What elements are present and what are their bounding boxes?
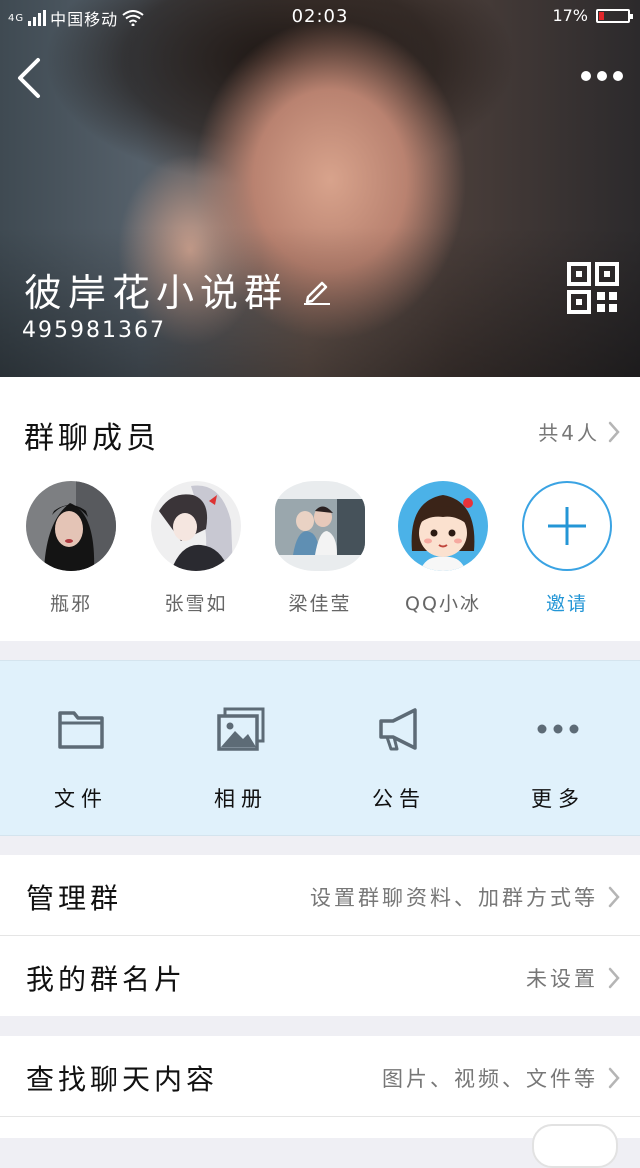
- member-item[interactable]: 瓶邪: [26, 481, 116, 616]
- back-arrow-icon: [18, 58, 40, 98]
- invite-circle: [522, 481, 612, 571]
- chevron-right-icon: [608, 886, 620, 908]
- qr-code-button[interactable]: [567, 262, 619, 314]
- status-right: 17%: [552, 6, 633, 25]
- member-avatar: [151, 481, 241, 571]
- more-tools-label: 更多: [531, 787, 585, 811]
- edit-pencil-icon[interactable]: [302, 275, 332, 305]
- back-button[interactable]: [14, 56, 44, 100]
- members-count: 共4人: [538, 421, 600, 445]
- manage-group-row[interactable]: 管理群 设置群聊资料、加群方式等: [0, 855, 640, 935]
- member-name: QQ小冰: [405, 593, 481, 615]
- notice-label: 公告: [372, 787, 426, 811]
- battery-percent: 17%: [552, 6, 588, 25]
- more-options-button[interactable]: [580, 66, 624, 86]
- group-members-card: 群聊成员 共4人 瓶邪 张雪如 梁佳莹 QQ小冰 邀请: [0, 377, 640, 641]
- search-chat-row[interactable]: 查找聊天内容 图片、视频、文件等: [0, 1036, 640, 1116]
- member-name: 张雪如: [164, 593, 228, 615]
- search-chat-value-wrap: 图片、视频、文件等: [382, 1063, 620, 1093]
- avatar-anime-icon: [151, 481, 241, 571]
- megaphone-icon: [379, 708, 417, 751]
- battery-fill: [599, 11, 604, 20]
- member-item[interactable]: QQ小冰: [398, 481, 488, 616]
- more-tools-button[interactable]: 更多: [498, 705, 618, 813]
- member-item[interactable]: 张雪如: [151, 481, 241, 616]
- invite-member-button[interactable]: 邀请: [522, 481, 612, 616]
- group-tools-bar: 文件 相册 公告 更多: [0, 660, 640, 836]
- avatar-qq-xiaobing-icon: [398, 481, 488, 571]
- member-item[interactable]: 梁佳莹: [275, 481, 365, 616]
- more-dots-icon: [581, 71, 623, 81]
- plus-icon: [548, 507, 586, 545]
- qr-code-icon: [567, 262, 619, 314]
- notice-button[interactable]: 公告: [339, 705, 459, 813]
- members-title: 群聊成员: [24, 421, 160, 456]
- group-number: 495981367: [22, 318, 166, 343]
- album-label: 相册: [214, 787, 268, 811]
- manage-group-value-wrap: 设置群聊资料、加群方式等: [310, 882, 620, 912]
- album-button[interactable]: 相册: [181, 705, 301, 813]
- my-group-card-value: 未设置: [526, 967, 598, 991]
- member-avatar: [26, 481, 116, 571]
- chevron-right-icon: [608, 421, 620, 442]
- group-name: 彼岸花小说群: [24, 271, 289, 315]
- invite-label: 邀请: [545, 593, 588, 615]
- avatar-couple-photo-icon: [275, 481, 365, 571]
- files-button[interactable]: 文件: [21, 705, 141, 813]
- my-group-card-value-wrap: 未设置: [526, 963, 620, 993]
- search-chat-value: 图片、视频、文件等: [382, 1067, 598, 1091]
- folder-icon: [58, 711, 104, 749]
- more-dots-icon: [537, 724, 579, 734]
- member-name: 瓶邪: [49, 593, 92, 615]
- member-avatar: [398, 481, 488, 571]
- manage-group-title: 管理群: [26, 882, 123, 915]
- chevron-right-icon: [608, 967, 620, 989]
- chevron-right-icon: [608, 1067, 620, 1089]
- manage-group-value: 设置群聊资料、加群方式等: [310, 886, 598, 910]
- toggle-switch[interactable]: [532, 1124, 618, 1168]
- group-title: 彼岸花小说群: [24, 262, 332, 317]
- battery-icon: [596, 8, 633, 23]
- member-avatar: [275, 481, 365, 571]
- clock: 02:03: [291, 6, 349, 27]
- member-name: 梁佳莹: [288, 593, 352, 615]
- status-bar: 4G 中国移动 02:03 17%: [0, 0, 640, 34]
- members-count-link[interactable]: 共4人: [538, 417, 620, 446]
- avatar-portrait-icon: [26, 481, 116, 571]
- search-chat-title: 查找聊天内容: [26, 1063, 219, 1096]
- files-label: 文件: [54, 787, 108, 811]
- my-group-card-title: 我的群名片: [26, 963, 187, 996]
- photo-album-icon: [217, 707, 265, 751]
- my-group-card-row[interactable]: 我的群名片 未设置: [0, 936, 640, 1016]
